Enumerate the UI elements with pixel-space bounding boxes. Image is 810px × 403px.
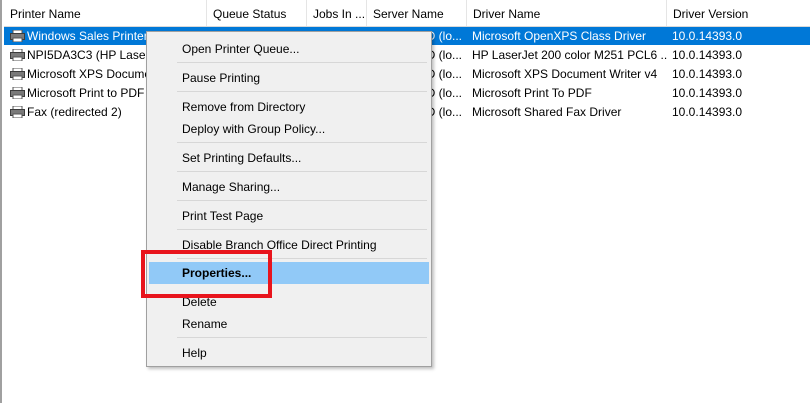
menu-separator: [177, 62, 427, 63]
cell-driver: HP LaserJet 200 color M251 PCL6 ...: [472, 48, 667, 62]
cell-driver: Microsoft XPS Document Writer v4: [472, 67, 658, 81]
cell-driver: Microsoft OpenXPS Class Driver: [472, 29, 647, 43]
menu-item-help[interactable]: Help: [149, 342, 429, 364]
menu-separator: [177, 337, 427, 338]
cell-driver: Microsoft Shared Fax Driver: [472, 105, 622, 119]
cell-version: 10.0.14393.0: [672, 105, 743, 119]
printer-icon: [10, 48, 25, 62]
menu-item-remove-from-directory[interactable]: Remove from Directory: [149, 96, 429, 118]
menu-item-open-queue[interactable]: Open Printer Queue...: [149, 38, 429, 60]
cell-driver: Microsoft Print To PDF: [472, 86, 592, 100]
menu-separator: [177, 171, 427, 172]
menu-item-pause-printing[interactable]: Pause Printing: [149, 67, 429, 89]
column-header-queue-status[interactable]: Queue Status: [207, 0, 307, 26]
menu-item-manage-sharing[interactable]: Manage Sharing...: [149, 176, 429, 198]
printer-icon: [10, 67, 25, 81]
cell-version: 10.0.14393.0: [672, 86, 743, 100]
menu-item-set-printing-defaults[interactable]: Set Printing Defaults...: [149, 147, 429, 169]
menu-separator: [177, 91, 427, 92]
column-header-server-name[interactable]: Server Name: [367, 0, 467, 26]
menu-separator: [177, 200, 427, 201]
menu-item-deploy-group-policy[interactable]: Deploy with Group Policy...: [149, 118, 429, 140]
menu-separator: [177, 229, 427, 230]
highlight-callout-box: [141, 250, 272, 298]
column-header-driver-name[interactable]: Driver Name: [467, 0, 667, 26]
column-header-driver-version[interactable]: Driver Version: [667, 0, 810, 26]
printer-list-window: Printer Name Queue Status Jobs In ... Se…: [0, 0, 810, 403]
printer-icon: [10, 86, 25, 100]
column-header-printer-name[interactable]: Printer Name: [4, 0, 207, 26]
context-menu: Open Printer Queue... Pause Printing Remov…: [146, 31, 432, 367]
menu-separator: [177, 142, 427, 143]
cell-version: 10.0.14393.0: [672, 29, 743, 43]
cell-version: 10.0.14393.0: [672, 48, 743, 62]
column-header-bar: Printer Name Queue Status Jobs In ... Se…: [4, 0, 810, 27]
printer-icon: [10, 105, 25, 119]
menu-item-print-test-page[interactable]: Print Test Page: [149, 205, 429, 227]
cell-version: 10.0.14393.0: [672, 67, 743, 81]
column-header-jobs[interactable]: Jobs In ...: [307, 0, 367, 26]
menu-item-rename[interactable]: Rename: [149, 313, 429, 335]
printer-icon: [10, 29, 25, 43]
